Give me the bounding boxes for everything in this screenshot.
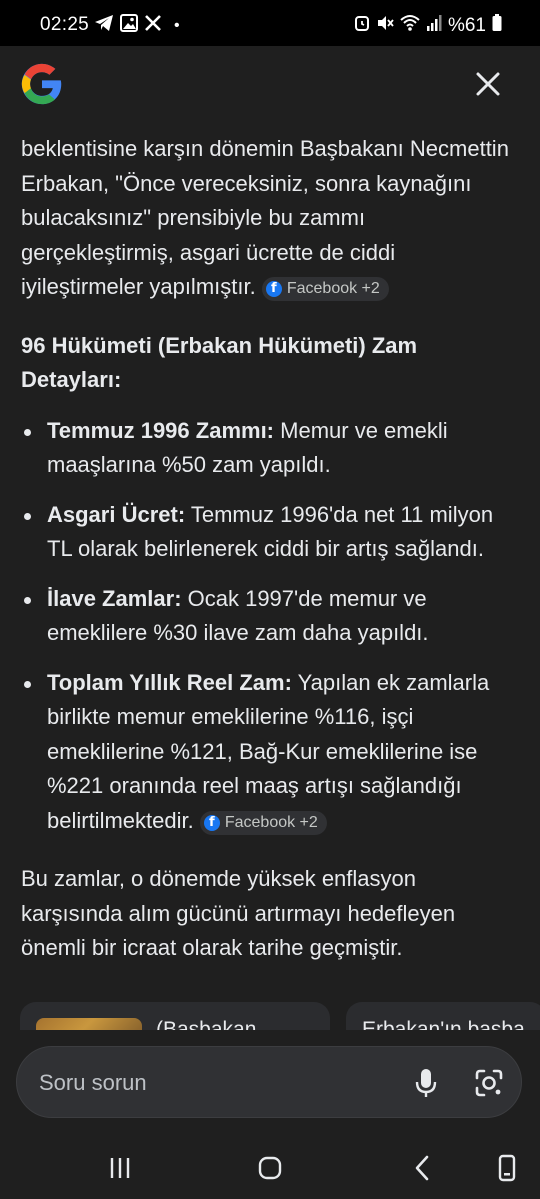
list-item: İlave Zamlar: Ocak 1997'de memur ve emek…	[21, 582, 511, 651]
telegram-icon	[94, 14, 114, 38]
list-item: Toplam Yıllık Reel Zam: Yapılan ek zamla…	[21, 666, 511, 839]
mute-icon	[376, 14, 394, 38]
ai-answer-content[interactable]: beklentisine karşın dönemin Başbakanı Ne…	[0, 132, 540, 1032]
related-cards: (Başbakan Erbakan'ın başba	[20, 1002, 540, 1032]
search-bar	[16, 1046, 522, 1118]
conclusion-paragraph: Bu zamlar, o dönemde yüksek enflasyon ka…	[21, 866, 456, 960]
alarm-icon	[354, 14, 370, 38]
home-icon[interactable]	[255, 1153, 285, 1183]
list-item: Temmuz 1996 Zammı: Memur ve emekli maaşl…	[21, 414, 511, 483]
status-time: 02:25	[40, 14, 90, 35]
list-item-label: Toplam Yıllık Reel Zam:	[47, 669, 292, 695]
back-icon[interactable]	[408, 1153, 438, 1183]
facebook-icon: f	[203, 814, 220, 831]
facebook-icon: f	[265, 281, 282, 297]
search-input[interactable]	[37, 1065, 401, 1101]
google-lens-icon[interactable]	[473, 1067, 505, 1099]
related-card[interactable]: Erbakan'ın başba	[346, 1002, 540, 1032]
source-chip[interactable]: f Facebook +2	[261, 277, 389, 301]
app-header	[0, 46, 540, 132]
list-item: Asgari Ücret: Temmuz 1996'da net 11 mily…	[21, 498, 511, 567]
list-item-label: Asgari Ücret:	[47, 501, 186, 527]
source-chip-label: Facebook +2	[224, 813, 318, 831]
intro-paragraph: beklentisine karşın dönemin Başbakanı Ne…	[21, 132, 511, 305]
list-item-label: İlave Zamlar:	[47, 585, 182, 611]
battery-icon	[492, 14, 502, 38]
close-icon[interactable]	[472, 68, 504, 100]
wifi-icon	[400, 14, 420, 38]
related-card[interactable]: (Başbakan	[20, 1002, 330, 1032]
gallery-icon	[120, 14, 138, 38]
notification-dot-icon: •	[174, 17, 180, 34]
mic-icon[interactable]	[412, 1067, 440, 1099]
google-logo	[21, 63, 62, 105]
source-chip[interactable]: f Facebook +2	[199, 810, 327, 835]
recent-apps-icon[interactable]	[105, 1153, 135, 1183]
signal-icon	[426, 14, 442, 38]
zam-list: Temmuz 1996 Zammı: Memur ve emekli maaşl…	[21, 414, 511, 839]
intro-text: beklentisine karşın dönemin Başbakanı Ne…	[21, 136, 509, 299]
status-bar: 02:25 • %61	[0, 0, 540, 46]
system-nav-bar	[0, 1135, 540, 1199]
list-item-label: Temmuz 1996 Zammı:	[47, 417, 275, 443]
battery-text: %61	[447, 15, 486, 36]
section-heading: 96 Hükümeti (Erbakan Hükümeti) Zam Detay…	[21, 332, 418, 393]
source-chip-label: Facebook +2	[286, 280, 380, 297]
screen-rotate-icon[interactable]	[492, 1153, 522, 1183]
x-icon	[144, 14, 162, 38]
